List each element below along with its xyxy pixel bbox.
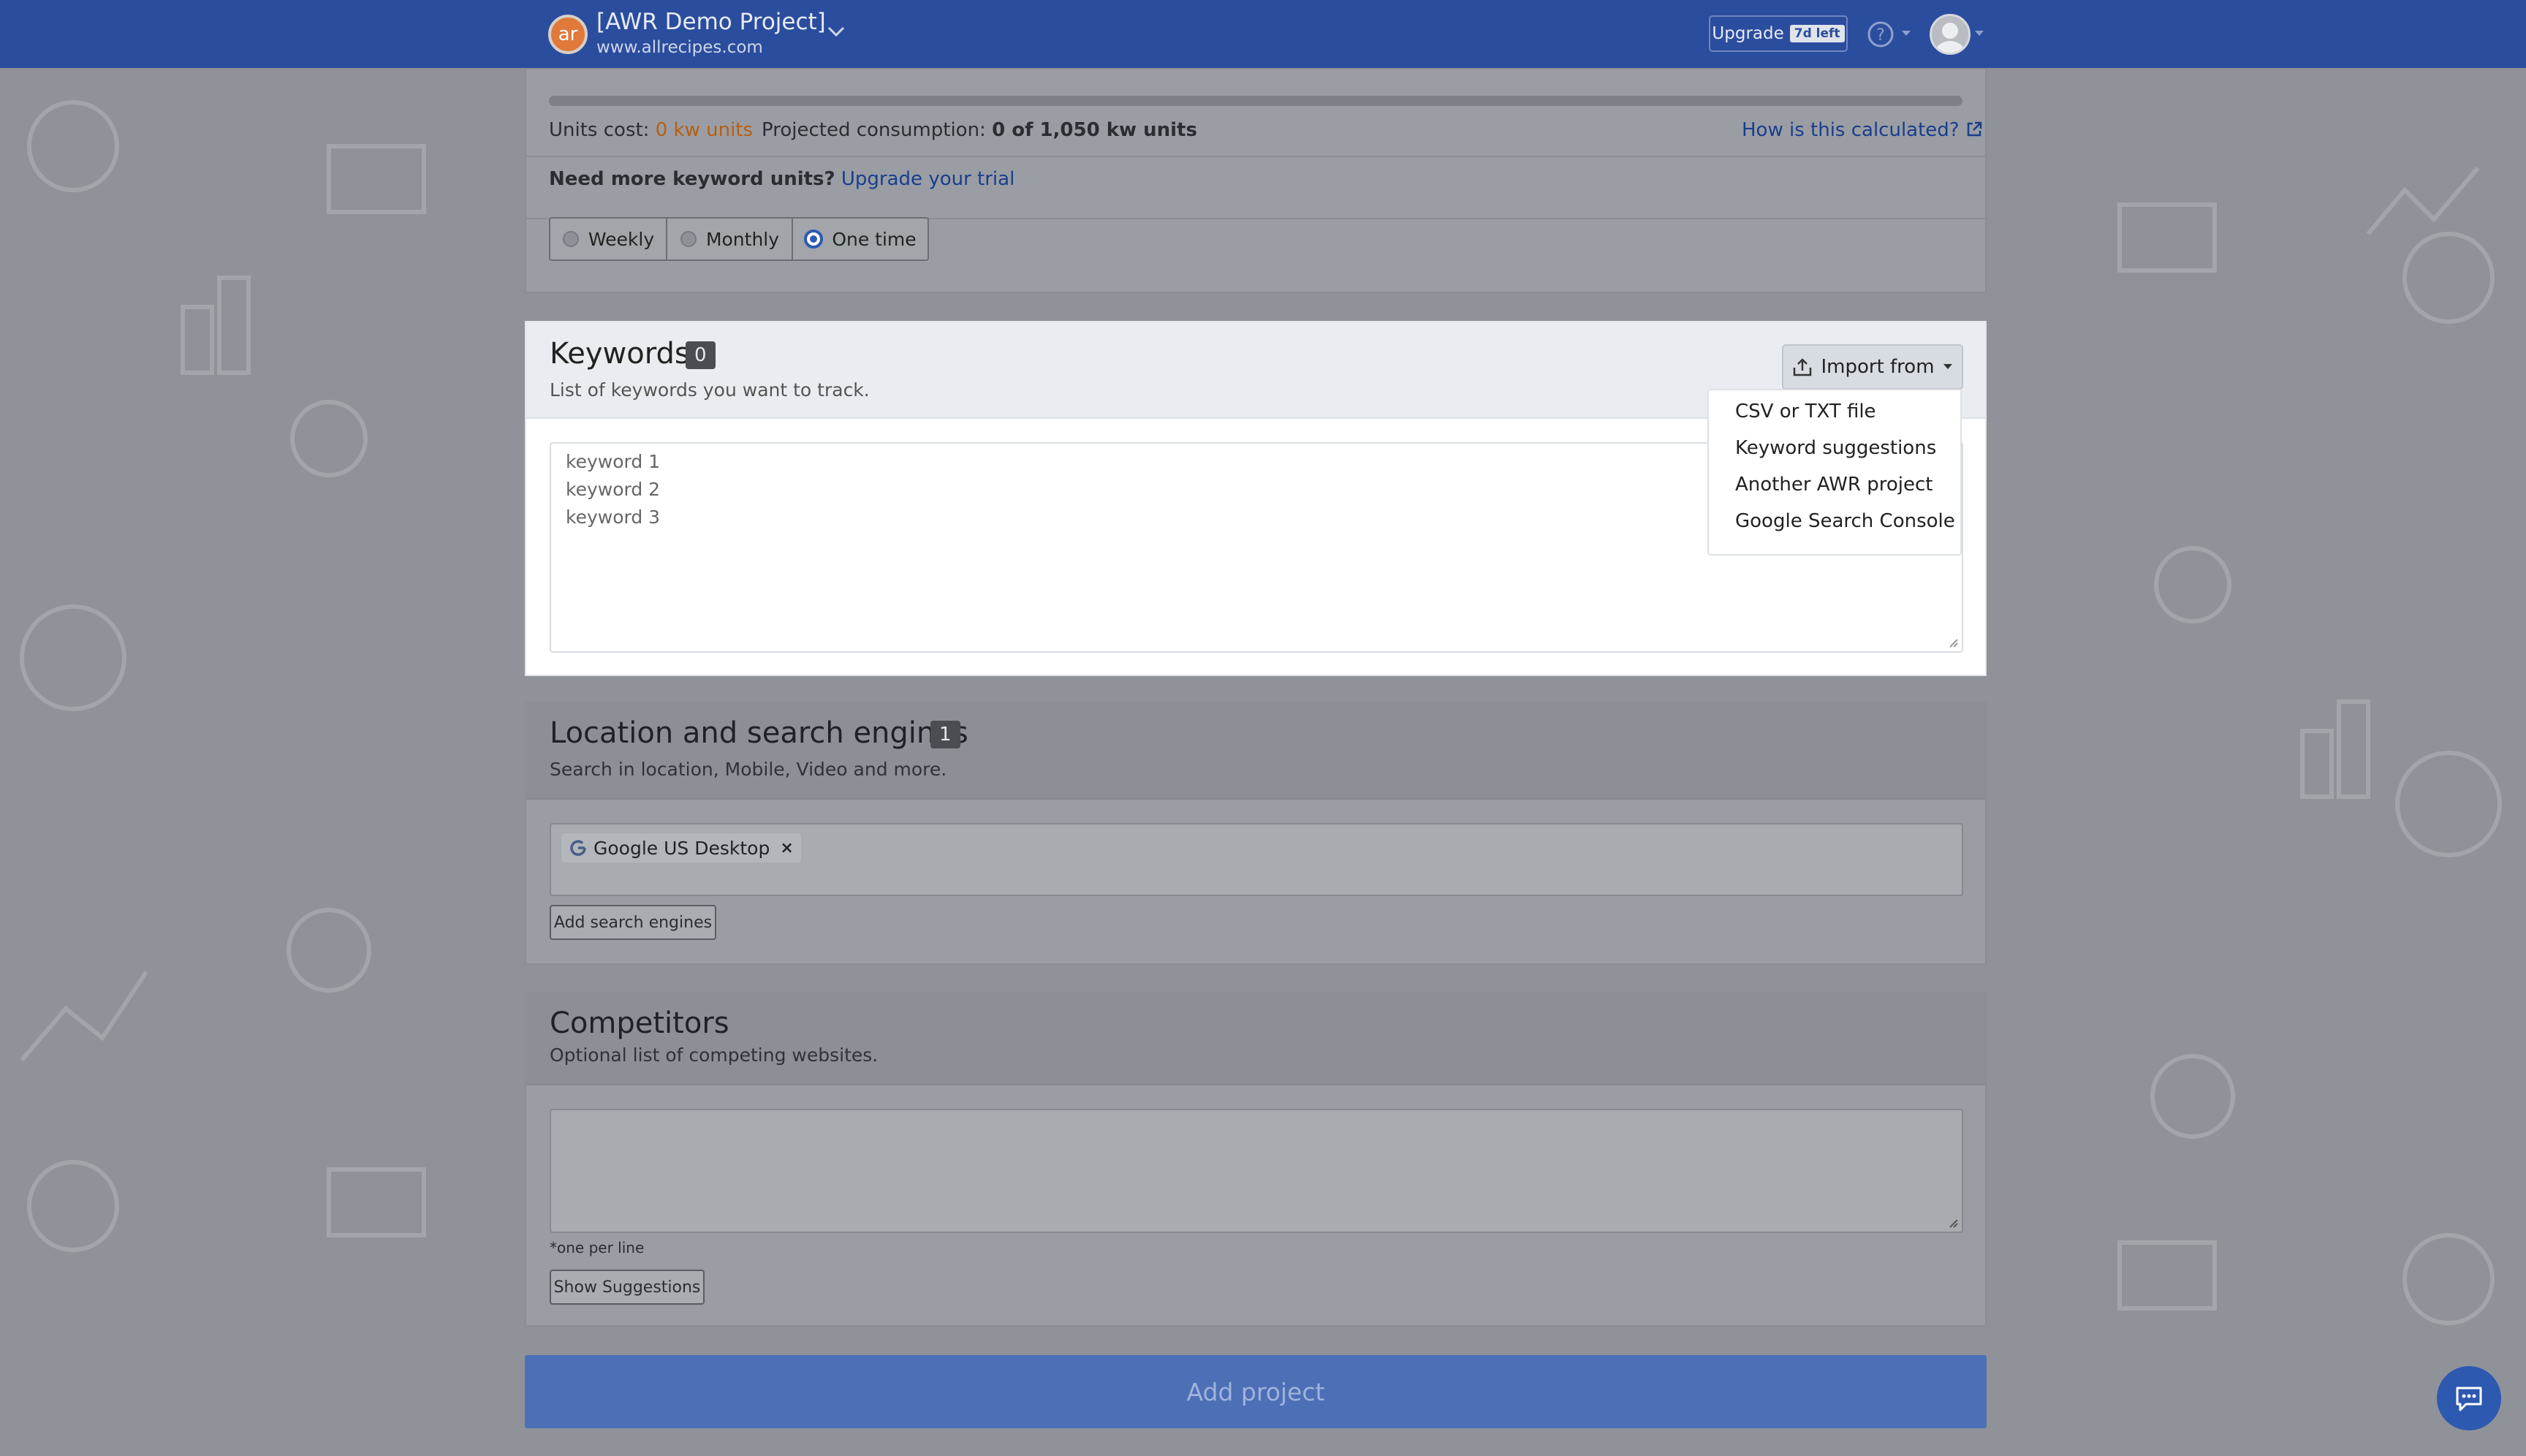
location-panel: Location and search engines 1 Search in … <box>525 702 1987 965</box>
caret-down-icon <box>1943 364 1952 369</box>
import-csv-option[interactable]: CSV or TXT file <box>1735 401 1876 422</box>
project-logo[interactable]: ar <box>548 15 588 54</box>
projected-consumption: Projected consumption: 0 of 1,050 kw uni… <box>762 119 1197 141</box>
frequency-weekly[interactable]: Weekly <box>550 219 667 259</box>
keywords-title: Keywords <box>550 337 690 371</box>
frequency-monthly[interactable]: Monthly <box>667 219 793 259</box>
projected-value: 0 of 1,050 kw units <box>992 119 1197 141</box>
keyword-placeholder-line: keyword 3 <box>566 507 661 528</box>
competitors-textarea[interactable] <box>550 1109 1963 1233</box>
chat-button[interactable] <box>2437 1366 2501 1430</box>
upgrade-label: Upgrade <box>1712 24 1784 43</box>
frequency-label: One time <box>832 228 917 250</box>
radio-unchecked-icon <box>562 231 579 247</box>
location-count-badge: 1 <box>930 721 960 748</box>
frequency-label: Monthly <box>705 228 780 250</box>
competitors-header: Competitors Optional list of competing w… <box>526 993 1985 1085</box>
import-awr-project-option[interactable]: Another AWR project <box>1735 474 1933 496</box>
radio-unchecked-icon <box>680 231 697 247</box>
competitors-subtitle: Optional list of competing websites. <box>550 1044 879 1066</box>
frequency-one-time[interactable]: One time <box>793 219 928 259</box>
location-subtitle: Search in location, Mobile, Video and mo… <box>550 759 947 780</box>
frequency-radio-group: Weekly Monthly One time <box>549 217 929 261</box>
engine-tag-label: Google US Desktop <box>593 837 770 859</box>
keywords-subtitle: List of keywords you want to track. <box>550 379 870 401</box>
add-search-engines-button[interactable]: Add search engines <box>550 905 716 940</box>
keyword-placeholder-line: keyword 2 <box>566 479 661 500</box>
add-project-button[interactable]: Add project <box>525 1355 1987 1428</box>
trial-days-badge: 7d left <box>1789 25 1845 42</box>
units-cost-label: Units cost: <box>549 119 650 141</box>
logo-text: ar <box>558 23 578 45</box>
frequency-label: Weekly <box>588 228 655 250</box>
keywords-count-badge: 0 <box>686 341 716 369</box>
resize-handle-icon[interactable] <box>1947 1217 1959 1229</box>
caret-down-icon[interactable] <box>1973 29 1985 38</box>
help-icon[interactable]: ? <box>1866 20 1895 49</box>
upgrade-trial-link[interactable]: Upgrade your trial <box>841 168 1014 190</box>
chat-icon <box>2456 1387 2482 1411</box>
keyword-placeholder-line: keyword 1 <box>566 451 661 472</box>
engine-tag: Google US Desktop × <box>561 833 801 862</box>
units-cost: Units cost: 0 kw units <box>549 119 753 141</box>
location-header: Location and search engines 1 Search in … <box>526 703 1985 800</box>
upload-icon <box>1794 358 1812 376</box>
chevron-down-icon[interactable] <box>826 25 846 39</box>
caret-down-icon[interactable] <box>1900 29 1912 38</box>
project-url: www.allrecipes.com <box>596 38 763 57</box>
import-suggestions-option[interactable]: Keyword suggestions <box>1735 437 1936 459</box>
one-per-line-hint: *one per line <box>550 1239 645 1256</box>
upgrade-button[interactable]: Upgrade 7d left <box>1709 15 1848 52</box>
resize-handle-icon[interactable] <box>1947 637 1959 648</box>
need-more-units: Need more keyword units? Upgrade your tr… <box>549 168 1014 190</box>
units-cost-value: 0 kw units <box>655 119 754 141</box>
how-calculated-link[interactable]: How is this calculated? <box>1742 119 1983 141</box>
svg-text:?: ? <box>1876 26 1885 45</box>
import-dropdown-menu: CSV or TXT file Keyword suggestions Anot… <box>1707 389 1962 556</box>
projected-label: Projected consumption: <box>762 119 986 141</box>
divider <box>525 156 1987 157</box>
search-engines-field[interactable]: Google US Desktop × <box>550 823 1963 896</box>
project-name[interactable]: [AWR Demo Project] <box>596 9 826 35</box>
show-suggestions-button[interactable]: Show Suggestions <box>550 1270 705 1305</box>
top-navbar: ar [AWR Demo Project] www.allrecipes.com… <box>0 0 2526 68</box>
external-link-icon <box>1967 121 1982 137</box>
competitors-title: Competitors <box>550 1006 729 1040</box>
need-more-label: Need more keyword units? <box>549 168 835 190</box>
import-search-console-option[interactable]: Google Search Console <box>1735 510 1955 532</box>
google-icon <box>570 840 586 856</box>
location-title: Location and search engines <box>550 716 968 750</box>
import-from-label: Import from <box>1821 356 1935 378</box>
calc-link-text: How is this calculated? <box>1742 119 1960 141</box>
radio-checked-icon <box>804 230 824 249</box>
remove-tag-icon[interactable]: × <box>780 839 793 857</box>
import-from-button[interactable]: Import from <box>1782 344 1963 390</box>
competitors-panel: Competitors Optional list of competing w… <box>525 992 1987 1327</box>
user-avatar[interactable] <box>1930 14 1971 55</box>
units-progress-bar <box>549 96 1962 106</box>
